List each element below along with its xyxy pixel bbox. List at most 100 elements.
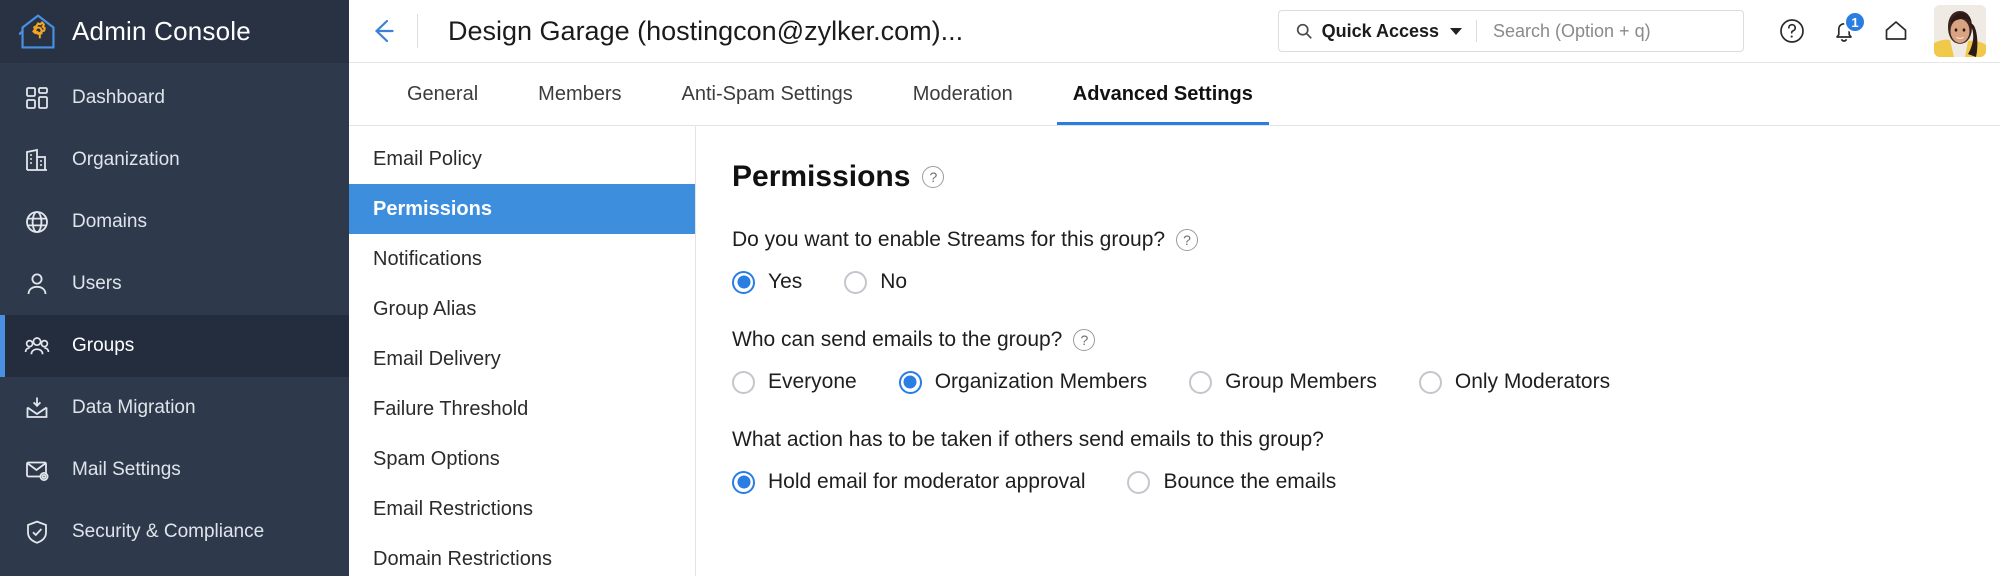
- page-title: Design Garage (hostingcon@zylker.com)...: [418, 16, 963, 47]
- radio-dot: [732, 271, 755, 294]
- radio-label: Bounce the emails: [1163, 470, 1336, 494]
- shield-check-icon: [24, 519, 50, 545]
- subnav-item-email-policy[interactable]: Email Policy: [349, 134, 695, 184]
- section-title: Permissions ?: [732, 160, 2000, 194]
- subnav-item-label: Group Alias: [373, 298, 476, 321]
- radio-group-action-others: Hold email for moderator approval Bounce…: [732, 470, 2000, 494]
- radio-dot: [732, 371, 755, 394]
- help-circle-icon[interactable]: ?: [1073, 329, 1095, 351]
- subnav-item-label: Email Restrictions: [373, 498, 533, 521]
- subnav-item-permissions[interactable]: Permissions: [349, 184, 695, 234]
- help-circle-icon[interactable]: ?: [1176, 229, 1198, 251]
- sidebar-item-users[interactable]: Users: [0, 253, 349, 315]
- sidebar-item-data-migration[interactable]: Data Migration: [0, 377, 349, 439]
- question-label: Do you want to enable Streams for this g…: [732, 228, 2000, 252]
- quick-access-dropdown[interactable]: Quick Access: [1279, 11, 1476, 51]
- tab-label: Anti-Spam Settings: [682, 83, 853, 106]
- help-circle-icon: [1778, 17, 1806, 45]
- radio-dot: [732, 471, 755, 494]
- notification-badge: 1: [1844, 11, 1866, 33]
- subnav-item-domain-restrictions[interactable]: Domain Restrictions: [349, 534, 695, 576]
- quick-access-label: Quick Access: [1322, 21, 1439, 42]
- search-box: Quick Access: [1278, 10, 1744, 52]
- chevron-down-icon: [1450, 28, 1462, 35]
- permissions-panel: Permissions ? Do you want to enable Stre…: [696, 126, 2000, 576]
- radio-everyone[interactable]: Everyone: [732, 370, 857, 394]
- radio-only-moderators[interactable]: Only Moderators: [1419, 370, 1610, 394]
- subnav-item-label: Email Policy: [373, 148, 482, 171]
- radio-dot: [899, 371, 922, 394]
- user-icon: [24, 271, 50, 297]
- tab-members[interactable]: Members: [508, 63, 651, 125]
- subnav-item-email-delivery[interactable]: Email Delivery: [349, 334, 695, 384]
- sidebar-item-organization[interactable]: Organization: [0, 129, 349, 191]
- brand-title: Admin Console: [72, 16, 251, 47]
- sidebar-item-security-compliance[interactable]: Security & Compliance: [0, 501, 349, 563]
- section-title-text: Permissions: [732, 160, 910, 194]
- question-action-others: What action has to be taken if others se…: [732, 428, 2000, 494]
- radio-label: Hold email for moderator approval: [768, 470, 1085, 494]
- avatar[interactable]: [1934, 5, 1986, 57]
- radio-dot: [1189, 371, 1212, 394]
- subnav-item-label: Email Delivery: [373, 348, 501, 371]
- tab-moderation[interactable]: Moderation: [883, 63, 1043, 125]
- tab-label: Advanced Settings: [1073, 83, 1253, 106]
- radio-label: Group Members: [1225, 370, 1377, 394]
- sidebar-item-label: Organization: [72, 149, 180, 171]
- sidebar-nav: Dashboard Organization: [0, 63, 349, 563]
- help-button[interactable]: [1766, 5, 1818, 57]
- subnav-item-spam-options[interactable]: Spam Options: [349, 434, 695, 484]
- sidebar-item-label: Security & Compliance: [72, 521, 264, 543]
- subnav-item-failure-threshold[interactable]: Failure Threshold: [349, 384, 695, 434]
- radio-organization-members[interactable]: Organization Members: [899, 370, 1147, 394]
- mail-gear-icon: [24, 457, 50, 483]
- question-who-can-send: Who can send emails to the group? ? Ever…: [732, 328, 2000, 394]
- radio-streams-yes[interactable]: Yes: [732, 270, 802, 294]
- home-button[interactable]: [1870, 5, 1922, 57]
- subnav-item-group-alias[interactable]: Group Alias: [349, 284, 695, 334]
- radio-label: Everyone: [768, 370, 857, 394]
- sidebar-item-label: Domains: [72, 211, 147, 233]
- radio-group-who-can-send: Everyone Organization Members Group Memb…: [732, 370, 2000, 394]
- sidebar-item-dashboard[interactable]: Dashboard: [0, 67, 349, 129]
- question-text: What action has to be taken if others se…: [732, 428, 1324, 452]
- help-circle-icon[interactable]: ?: [922, 166, 944, 188]
- search-input[interactable]: [1477, 11, 1743, 51]
- tab-general[interactable]: General: [377, 63, 508, 125]
- tab-anti-spam-settings[interactable]: Anti-Spam Settings: [652, 63, 883, 125]
- notifications-button[interactable]: 1: [1818, 5, 1870, 57]
- question-streams: Do you want to enable Streams for this g…: [732, 228, 2000, 294]
- import-mail-icon: [24, 395, 50, 421]
- radio-label: Yes: [768, 270, 802, 294]
- radio-dot: [844, 271, 867, 294]
- radio-dot: [1127, 471, 1150, 494]
- question-text: Who can send emails to the group?: [732, 328, 1062, 352]
- radio-streams-no[interactable]: No: [844, 270, 907, 294]
- subnav-item-email-restrictions[interactable]: Email Restrictions: [349, 484, 695, 534]
- sidebar-item-label: Users: [72, 273, 122, 295]
- question-label: What action has to be taken if others se…: [732, 428, 2000, 452]
- subnav-item-label: Spam Options: [373, 448, 500, 471]
- sidebar-item-groups[interactable]: Groups: [0, 315, 349, 377]
- search-icon: [1295, 22, 1313, 40]
- main-area: Design Garage (hostingcon@zylker.com)...…: [349, 0, 2000, 576]
- sidebar-item-domains[interactable]: Domains: [0, 191, 349, 253]
- back-button[interactable]: [349, 0, 417, 63]
- sidebar-item-label: Data Migration: [72, 397, 196, 419]
- tab-bar: General Members Anti-Spam Settings Moder…: [349, 63, 2000, 126]
- group-icon: [24, 333, 50, 359]
- house-gear-logo-icon: [18, 12, 58, 52]
- radio-hold-email[interactable]: Hold email for moderator approval: [732, 470, 1085, 494]
- content-body: Email Policy Permissions Notifications G…: [349, 126, 2000, 576]
- tab-label: General: [407, 83, 478, 106]
- question-label: Who can send emails to the group? ?: [732, 328, 2000, 352]
- radio-label: Organization Members: [935, 370, 1147, 394]
- radio-label: Only Moderators: [1455, 370, 1610, 394]
- subnav-item-notifications[interactable]: Notifications: [349, 234, 695, 284]
- sidebar-item-mail-settings[interactable]: Mail Settings: [0, 439, 349, 501]
- radio-bounce-emails[interactable]: Bounce the emails: [1127, 470, 1336, 494]
- sidebar-item-label: Groups: [72, 335, 134, 357]
- tab-advanced-settings[interactable]: Advanced Settings: [1043, 63, 1283, 125]
- radio-group-members[interactable]: Group Members: [1189, 370, 1377, 394]
- topbar: Design Garage (hostingcon@zylker.com)...…: [349, 0, 2000, 63]
